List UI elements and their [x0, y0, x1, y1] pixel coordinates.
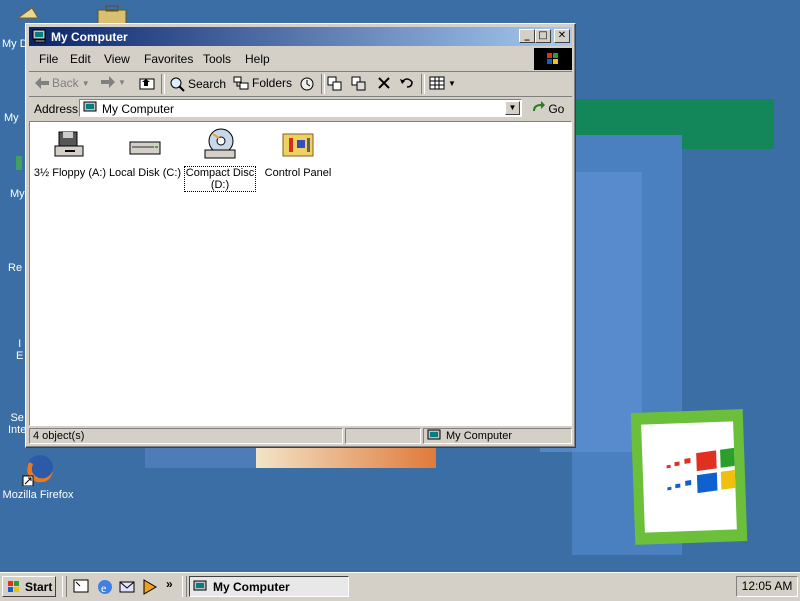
firefox-icon — [22, 455, 53, 487]
desktop-icon-internet-explorer[interactable]: I E — [16, 338, 23, 362]
views-button[interactable]: ▼ — [429, 76, 456, 90]
wallpaper-shadow-band — [145, 446, 257, 468]
windows-logo-wallpaper — [630, 409, 748, 545]
back-dropdown-icon[interactable]: ▼ — [82, 79, 90, 88]
status-object-count: 4 object(s) — [29, 428, 343, 444]
address-bar: Address My Computer ▼ Go — [29, 96, 572, 121]
outlook-express-icon[interactable] — [118, 578, 136, 596]
internet-explorer-icon[interactable]: e — [96, 578, 114, 596]
svg-text:e: e — [101, 581, 106, 595]
drive-item-local-disk[interactable]: Local Disk (C:) — [105, 128, 185, 179]
wallpaper-orange-band — [256, 446, 436, 468]
windows-throbber-icon — [534, 48, 572, 70]
forward-button[interactable]: ▼ — [101, 76, 126, 88]
move-to-button[interactable] — [327, 76, 343, 92]
media-player-icon[interactable] — [141, 578, 159, 596]
history-icon — [300, 77, 314, 91]
menu-favorites[interactable]: Favorites — [144, 52, 193, 66]
back-arrow-icon — [35, 77, 49, 89]
delete-icon — [378, 77, 390, 89]
taskbar-grip[interactable] — [62, 576, 67, 597]
minimize-button[interactable]: _ — [519, 29, 535, 43]
forward-dropdown-icon[interactable]: ▼ — [118, 78, 126, 87]
desktop-icon-recycle-bin[interactable]: Re — [8, 262, 22, 274]
drive-item-compact-disc[interactable]: Compact Disc (D:) — [180, 128, 260, 192]
start-button[interactable]: Start — [2, 576, 56, 597]
address-field[interactable]: My Computer ▼ — [79, 99, 522, 117]
desktop-icon-setup-internet[interactable]: Se Inte — [8, 412, 26, 436]
system-tray-clock[interactable]: 12:05 AM — [736, 576, 798, 597]
standard-toolbar: Back ▼ ▼ Search Folders ▼ — [29, 71, 572, 97]
explorer-window: My Computer _ □ ✕ File Edit View Favorit… — [25, 23, 576, 448]
my-computer-icon — [193, 580, 207, 590]
hard-disk-icon — [129, 141, 161, 155]
forward-arrow-icon — [101, 76, 115, 88]
go-arrow-icon — [533, 101, 545, 111]
status-bar: 4 object(s) My Computer — [29, 427, 572, 445]
menu-file[interactable]: File — [39, 52, 58, 66]
desktop-icon-my-computer[interactable]: My — [4, 112, 19, 124]
delete-button[interactable] — [377, 76, 391, 90]
views-dropdown-icon: ▼ — [448, 78, 456, 88]
my-computer-icon — [32, 29, 46, 43]
quicklaunch-chevron[interactable]: » — [166, 577, 173, 591]
status-blank-panel — [345, 428, 421, 444]
address-dropdown-button[interactable]: ▼ — [505, 101, 520, 115]
menu-tools[interactable]: Tools — [203, 52, 231, 66]
copy-to-button[interactable] — [351, 76, 367, 92]
toolbar-separator — [321, 74, 325, 94]
network-icon — [16, 156, 22, 170]
toolbar-separator — [161, 74, 165, 94]
title-bar[interactable]: My Computer _ □ ✕ — [29, 27, 572, 46]
taskbar-button-my-computer[interactable]: My Computer — [189, 576, 349, 597]
desktop-icon-my-network[interactable]: My — [10, 154, 25, 200]
floppy-drive-icon — [54, 131, 84, 157]
undo-icon — [400, 78, 413, 88]
window-title: My Computer — [51, 30, 128, 44]
menu-view[interactable]: View — [104, 52, 130, 66]
taskbar: Start e » My Computer 12:05 AM — [0, 572, 800, 601]
up-folder-icon — [139, 78, 155, 90]
my-computer-icon — [83, 101, 97, 112]
menu-help[interactable]: Help — [245, 52, 270, 66]
my-computer-icon — [427, 429, 441, 440]
go-button[interactable]: Go — [531, 101, 564, 116]
close-button[interactable]: ✕ — [554, 29, 570, 43]
folders-button[interactable]: Folders — [233, 76, 292, 90]
copy-to-icon — [351, 76, 366, 91]
menu-edit[interactable]: Edit — [70, 52, 91, 66]
compact-disc-label: Compact Disc (D:) — [183, 166, 257, 192]
control-panel-icon — [282, 133, 314, 157]
undo-button[interactable] — [399, 76, 415, 90]
views-icon — [429, 76, 445, 90]
back-button[interactable]: Back ▼ — [35, 76, 90, 90]
show-desktop-icon[interactable] — [72, 578, 90, 596]
cd-drive-icon — [204, 128, 236, 159]
briefcase-icon — [97, 5, 127, 25]
address-label: Address — [34, 102, 79, 116]
search-icon — [170, 77, 185, 92]
maximize-button[interactable]: □ — [535, 29, 551, 43]
drive-item-floppy[interactable]: 3½ Floppy (A:) — [30, 128, 110, 179]
up-button[interactable] — [139, 76, 155, 90]
history-button[interactable] — [299, 76, 315, 92]
search-button[interactable]: Search — [169, 76, 226, 92]
address-value: My Computer — [102, 102, 175, 116]
windows-flag-icon — [666, 447, 742, 494]
file-view: 3½ Floppy (A:) Local Disk (C:) Compact D… — [29, 121, 572, 426]
desktop-icon-mozilla-firefox[interactable]: Mozilla Firefox — [2, 452, 74, 501]
control-panel-item[interactable]: Control Panel — [258, 128, 338, 179]
move-to-icon — [327, 76, 342, 91]
menu-bar: File Edit View Favorites Tools Help — [29, 48, 572, 68]
folders-icon — [233, 76, 249, 90]
toolbar-separator — [421, 74, 425, 94]
status-zone: My Computer — [423, 428, 572, 444]
windows-logo-icon — [8, 580, 19, 592]
taskbar-grip[interactable] — [182, 576, 187, 597]
